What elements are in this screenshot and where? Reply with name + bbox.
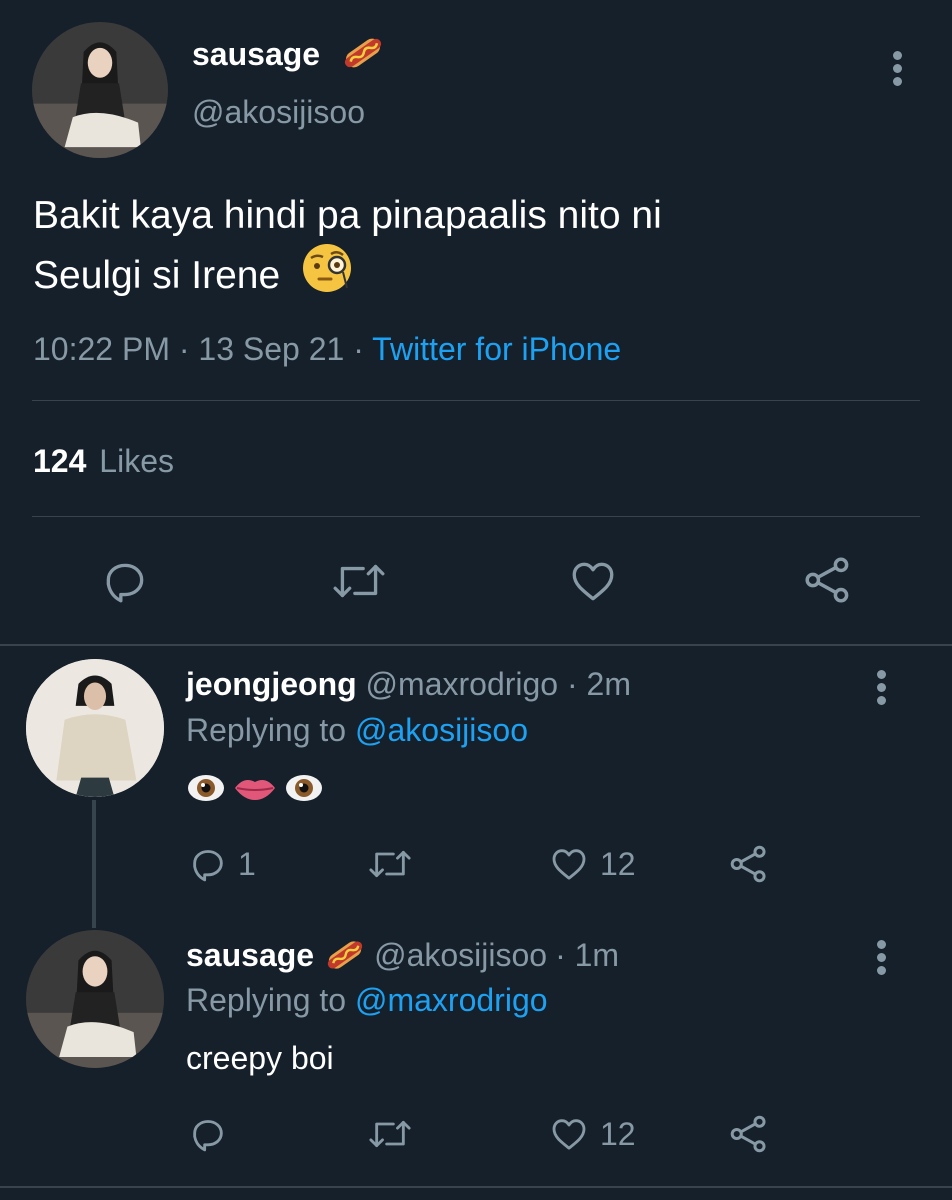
main-tweet-date[interactable]: 13 Sep 21 [198, 331, 344, 367]
divider [32, 516, 920, 517]
likes-label: Likes [99, 443, 174, 479]
hot-dog-icon [340, 33, 386, 73]
reply-display-name[interactable]: sausage [186, 937, 314, 974]
replying-to-link[interactable]: @maxrodrigo [355, 982, 548, 1018]
replying-to-link[interactable]: @akosijisoo [355, 712, 528, 748]
reply-icon [193, 1120, 223, 1152]
share-icon [805, 557, 849, 603]
face-with-monocle-icon [301, 242, 353, 308]
like-count: 12 [600, 845, 636, 882]
reply-header: sausage @akosijisoo · 1m [186, 936, 619, 974]
reply-text: creepy boi [186, 1040, 334, 1076]
eye-icon [286, 775, 322, 801]
share-button[interactable] [802, 554, 854, 606]
eye-icon [188, 775, 224, 801]
retweet-button[interactable] [366, 1114, 414, 1154]
reply-age: · 2m [566, 666, 631, 702]
replying-to: Replying to @maxrodrigo [186, 982, 548, 1019]
divider [0, 644, 952, 646]
reply-avatar[interactable] [26, 659, 164, 797]
reply-count: 1 [238, 845, 256, 882]
share-icon [730, 1115, 766, 1153]
like-button[interactable]: 12 [548, 1114, 636, 1154]
reply-handle[interactable]: @akosijisoo [374, 937, 547, 974]
main-tweet-more-icon[interactable] [890, 51, 904, 90]
likes-count: 124 [33, 443, 87, 479]
main-tweet-text: Bakit kaya hindi pa pinapaalis nito ni S… [33, 190, 662, 308]
reply-icon [106, 563, 144, 603]
like-count: 12 [600, 1115, 636, 1152]
reply-more-icon[interactable] [874, 670, 888, 709]
reply-button[interactable] [100, 556, 150, 606]
reply-display-name[interactable]: jeongjeong [186, 666, 357, 702]
likes-stat[interactable]: 124 Likes [33, 443, 174, 480]
retweet-icon [369, 1120, 411, 1148]
divider [0, 1186, 952, 1188]
share-button[interactable] [728, 1113, 770, 1155]
like-button[interactable] [568, 556, 618, 606]
reply-header: jeongjeong @maxrodrigo · 2m [186, 666, 631, 703]
reply-button[interactable] [188, 1114, 238, 1154]
replying-to-label: Replying to [186, 982, 347, 1018]
replying-to-label: Replying to [186, 712, 347, 748]
retweet-icon [333, 564, 385, 598]
main-tweet-meta: 10:22 PM · 13 Sep 21 · Twitter for iPhon… [33, 331, 621, 368]
reply-icon [193, 850, 223, 882]
main-tweet-avatar[interactable] [32, 22, 168, 158]
reply-emoji-text [186, 768, 324, 808]
reply-age: · 1m [555, 936, 620, 973]
reply-avatar[interactable] [26, 930, 164, 1068]
replying-to: Replying to @akosijisoo [186, 712, 528, 749]
meta-separator: · [178, 331, 190, 367]
retweet-icon [369, 850, 411, 878]
heart-icon [572, 562, 614, 601]
share-icon [730, 845, 766, 883]
thread-line [92, 800, 96, 928]
share-button[interactable] [728, 843, 770, 885]
reply-more-icon[interactable] [874, 940, 888, 979]
main-tweet-time[interactable]: 10:22 PM [33, 331, 170, 367]
divider [32, 400, 920, 401]
reply-button[interactable]: 1 [188, 844, 256, 884]
heart-icon [552, 1119, 586, 1150]
retweet-button[interactable] [330, 556, 388, 606]
hot-dog-icon [322, 936, 368, 974]
main-tweet-display-name[interactable]: sausage [192, 36, 320, 73]
retweet-button[interactable] [366, 844, 414, 884]
main-tweet-source-link[interactable]: Twitter for iPhone [372, 331, 621, 367]
like-button[interactable]: 12 [548, 844, 636, 884]
meta-separator: · [353, 331, 364, 367]
main-tweet-text-line2: Seulgi si Irene [33, 254, 281, 297]
main-tweet-text-line1: Bakit kaya hindi pa pinapaalis nito ni [33, 194, 662, 237]
heart-icon [552, 849, 586, 880]
reply-handle[interactable]: @maxrodrigo [366, 666, 559, 702]
lips-icon [235, 780, 275, 800]
main-tweet-handle[interactable]: @akosijisoo [192, 94, 365, 131]
